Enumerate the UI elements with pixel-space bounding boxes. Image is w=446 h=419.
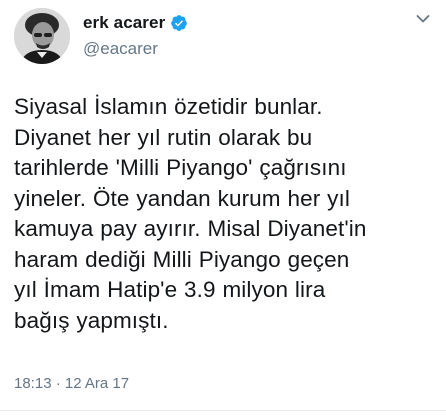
tweet-text-line: tarihlerde 'Milli Piyango' çağrısını (14, 155, 347, 180)
divider (0, 410, 446, 411)
tweet-text-line: yıl İmam Hatip'e 3.9 milyon lira (14, 277, 326, 302)
tweet-text-line: haram dediği Milli Piyango geçen (14, 246, 350, 272)
tweet-card: erk acarer @eacarer Siyasal İslamın özet… (0, 0, 446, 419)
verified-badge-icon (170, 14, 188, 32)
tweet-timestamp[interactable]: 18:13 · 12 Ara 17 (14, 375, 129, 392)
avatar-image (14, 8, 70, 64)
tweet-text-line: Diyanet her yıl rutin olarak bu (14, 124, 313, 150)
tweet-text-line: bağış yapmıştı. (14, 307, 169, 333)
tweet-text-line: kamuya pay ayırır. Misal Diyanet'in (14, 216, 367, 241)
name-row: erk acarer (83, 12, 188, 34)
author-avatar[interactable] (14, 8, 70, 64)
chevron-down-icon[interactable] (416, 14, 430, 24)
author-names: erk acarer @eacarer (83, 8, 188, 59)
tweet-text-line: Siyasal İslamın özetidir bunlar. (14, 94, 323, 119)
tweet-text: Siyasal İslamın özetidir bunlar. Diyanet… (14, 92, 438, 336)
author-display-name[interactable]: erk acarer (83, 13, 165, 33)
tweet-text-line: yineler. Öte yandan kurum her yıl (14, 185, 350, 211)
author-handle[interactable]: @eacarer (83, 39, 188, 59)
tweet-header: erk acarer @eacarer (14, 8, 434, 68)
